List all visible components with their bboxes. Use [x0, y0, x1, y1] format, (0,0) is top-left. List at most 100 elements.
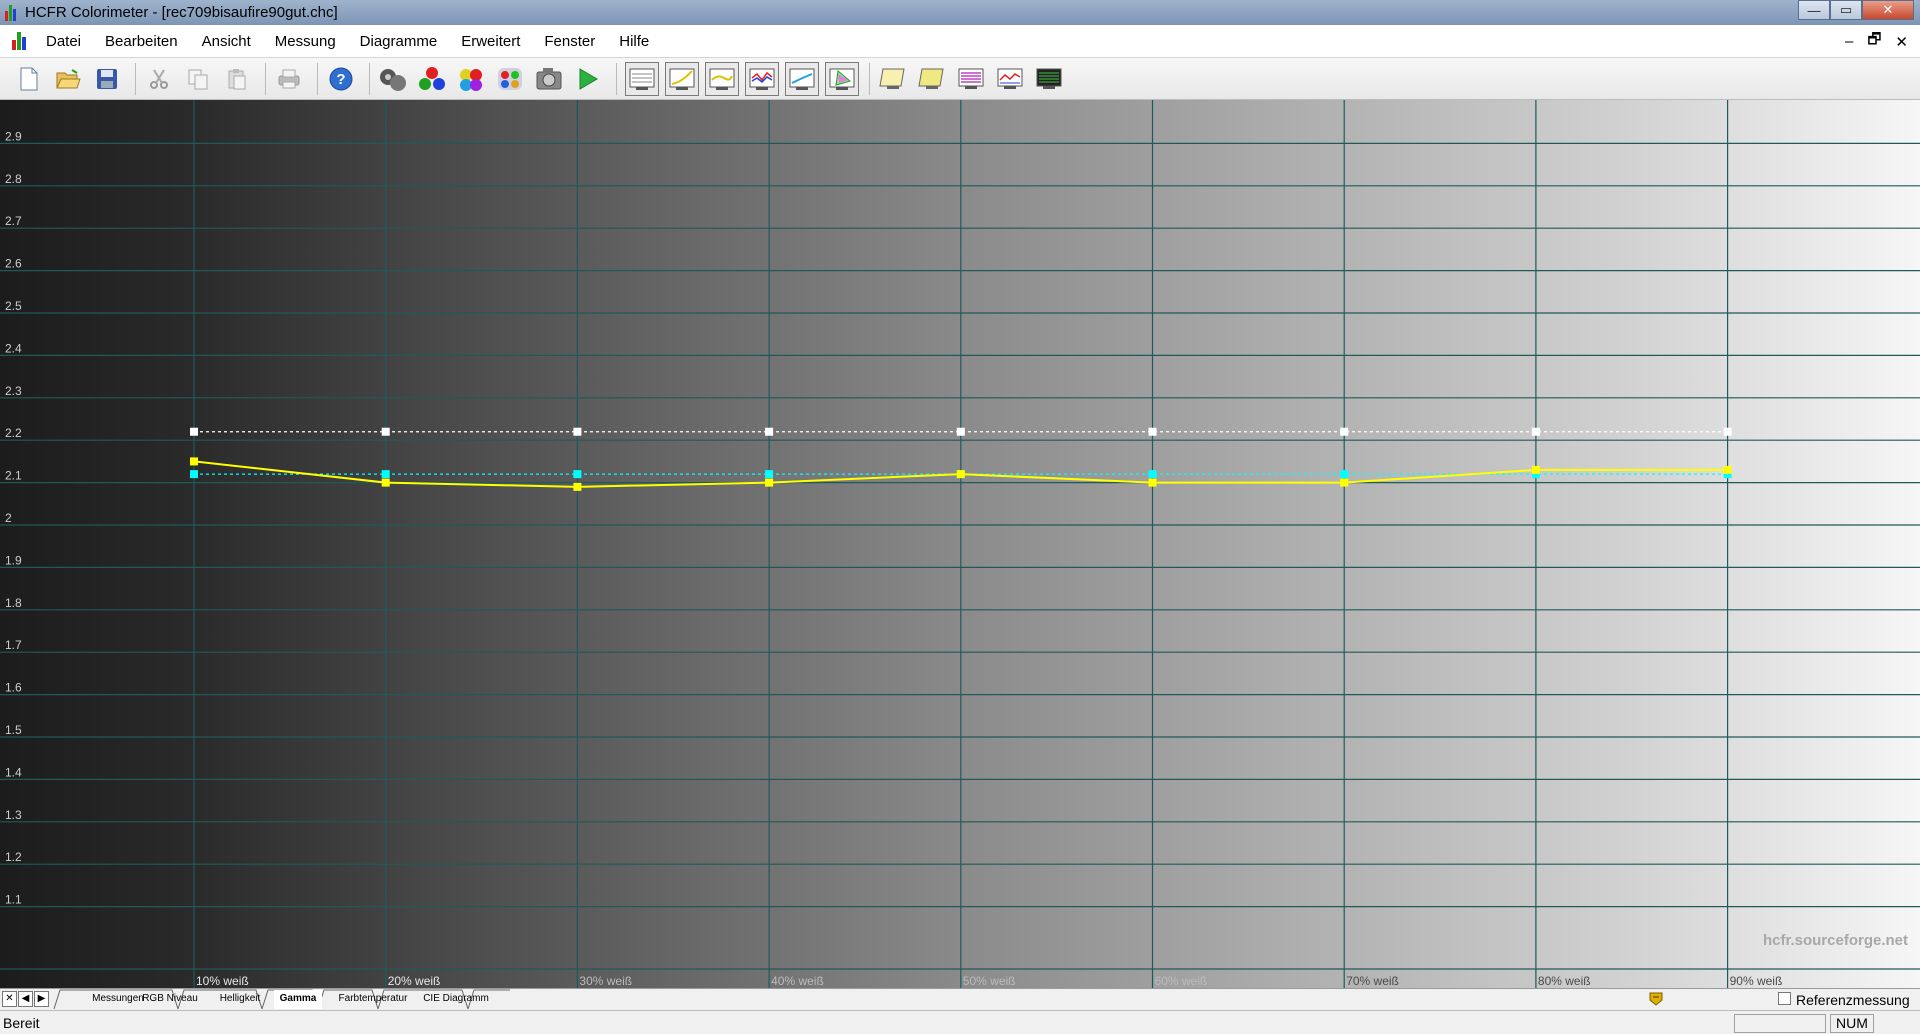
tab-cie-diagramm[interactable]: CIE Diagramm	[418, 990, 494, 1009]
tab-rgb-niveau[interactable]: RGB Niveau	[134, 990, 206, 1009]
x-tick-label: 60% weiß	[1155, 974, 1208, 988]
data-point-target	[765, 427, 774, 436]
status-bar: Bereit NUM	[0, 1010, 1920, 1034]
document-icon[interactable]	[12, 32, 30, 50]
x-tick-label: 30% weiß	[579, 974, 632, 988]
x-tick-label: 50% weiß	[963, 974, 1016, 988]
graph-window-3-icon[interactable]	[705, 61, 739, 96]
gamma-chart-canvas: 2.9 2.8 2.7 2.6 2.5 2.4 2.3 2.2 2.1 2 1.9 1.8 1.7 1.6…	[0, 100, 1920, 988]
rgb-dots-icon[interactable]	[417, 64, 447, 94]
tab-close-button[interactable]: ✕	[2, 991, 17, 1007]
y-tick-label: 1.2	[5, 850, 22, 864]
camera-icon[interactable]	[534, 64, 564, 94]
referenzmessung-label: Referenzmessung	[1796, 992, 1910, 1008]
gamma-chart[interactable]: 2.9 2.8 2.7 2.6 2.5 2.4 2.3 2.2 2.1 2 1.9 1.8 1.7 1.6…	[0, 100, 1920, 988]
tab-gamma[interactable]: Gamma	[274, 990, 322, 1009]
color-palette-icon[interactable]	[495, 64, 525, 94]
window-close-button[interactable]: ✕	[1862, 0, 1914, 20]
tab-prev-button[interactable]: ◀	[18, 991, 33, 1007]
toolbar-separator	[265, 62, 266, 95]
window-minimize-button[interactable]: —	[1798, 0, 1830, 20]
data-point-reference	[1340, 470, 1349, 479]
sheet-tab-bar: ✕ ◀ ▶ Messungen RGB Niveau Helligkeit Ga…	[0, 988, 1920, 1010]
data-point-target	[381, 427, 390, 436]
data-point-reference	[765, 470, 774, 479]
cut-icon[interactable]	[144, 64, 174, 94]
toolbar-separator	[616, 62, 617, 95]
data-point-measured	[765, 478, 774, 487]
x-tick-label: 20% weiß	[388, 974, 441, 988]
x-tick-label: 70% weiß	[1346, 974, 1399, 988]
save-icon[interactable]	[92, 64, 122, 94]
toolbar-separator	[135, 62, 136, 95]
monitor-3-icon[interactable]	[956, 64, 986, 94]
play-icon[interactable]	[573, 64, 603, 94]
cie-window-icon[interactable]	[825, 61, 859, 96]
data-point-measured	[1723, 465, 1732, 474]
data-point-measured	[1148, 478, 1157, 487]
y-tick-label: 2.3	[5, 384, 22, 398]
menu-bearbeiten[interactable]: Bearbeiten	[93, 25, 190, 58]
menu-ansicht[interactable]: Ansicht	[190, 25, 263, 58]
window-maximize-button[interactable]: ▭	[1830, 0, 1862, 20]
shield-icon	[1649, 992, 1663, 1006]
graph-window-1-icon[interactable]	[625, 61, 659, 96]
data-point-measured	[1340, 478, 1349, 487]
status-num-indicator: NUM	[1830, 1014, 1874, 1033]
data-point-reference	[573, 470, 582, 479]
menu-fenster[interactable]: Fenster	[532, 25, 607, 58]
status-pane-empty	[1734, 1014, 1826, 1033]
mdi-minimize-button[interactable]: –	[1845, 33, 1853, 50]
title-bar[interactable]: HCFR Colorimeter - [rec709bisaufire90gut…	[0, 0, 1920, 25]
mdi-restore-button[interactable]: 🗗	[1867, 29, 1881, 54]
y-tick-label: 2.9	[5, 129, 22, 143]
y-tick-label: 2.6	[5, 257, 22, 271]
referenzmessung-checkbox[interactable]	[1778, 992, 1791, 1005]
monitor-1-icon[interactable]	[878, 64, 908, 94]
x-tick-label: 90% weiß	[1730, 974, 1783, 988]
graph-window-4-icon[interactable]	[745, 61, 779, 96]
y-tick-label: 2	[5, 511, 12, 525]
mdi-close-button[interactable]: ✕	[1895, 33, 1908, 51]
toolbar: ?	[0, 58, 1920, 100]
toolbar-separator	[369, 62, 370, 95]
y-tick-label: 1.4	[5, 765, 22, 779]
open-folder-icon[interactable]	[53, 64, 83, 94]
app-window: HCFR Colorimeter - [rec709bisaufire90gut…	[0, 0, 1920, 1034]
print-icon[interactable]	[274, 64, 304, 94]
data-point-measured	[956, 470, 965, 479]
data-point-target	[190, 427, 198, 436]
data-point-target	[1531, 427, 1540, 436]
data-point-target	[956, 427, 965, 436]
graph-window-5-icon[interactable]	[785, 61, 819, 96]
data-point-measured	[573, 482, 582, 491]
color-balls-icon[interactable]	[456, 64, 486, 94]
graph-window-2-icon[interactable]	[665, 61, 699, 96]
y-tick-label: 1.8	[5, 596, 22, 610]
toolbar-separator	[317, 62, 318, 95]
menu-bar: Datei Bearbeiten Ansicht Messung Diagram…	[0, 25, 1920, 58]
menu-datei[interactable]: Datei	[34, 25, 93, 58]
menu-messung[interactable]: Messung	[263, 25, 348, 58]
data-point-reference	[190, 470, 198, 479]
tab-farbtemperatur[interactable]: Farbtemperatur	[334, 990, 412, 1009]
help-icon[interactable]: ?	[326, 64, 356, 94]
y-tick-label: 2.7	[5, 214, 22, 228]
y-tick-label: 1.9	[5, 553, 22, 567]
monitor-4-icon[interactable]	[995, 64, 1025, 94]
data-point-reference	[1148, 470, 1157, 479]
menu-diagramme[interactable]: Diagramme	[348, 25, 450, 58]
y-tick-label: 2.1	[5, 469, 22, 483]
toolbar-separator	[869, 62, 870, 95]
menu-erweitert[interactable]: Erweitert	[449, 25, 532, 58]
tab-next-button[interactable]: ▶	[34, 991, 49, 1007]
copy-icon[interactable]	[183, 64, 213, 94]
monitor-5-icon[interactable]	[1034, 64, 1064, 94]
data-point-measured	[190, 457, 198, 466]
monitor-2-icon[interactable]	[917, 64, 947, 94]
sensor-icon[interactable]	[378, 64, 408, 94]
menu-hilfe[interactable]: Hilfe	[607, 25, 661, 58]
paste-icon[interactable]	[222, 64, 252, 94]
new-file-icon[interactable]	[14, 64, 44, 94]
tab-helligkeit[interactable]: Helligkeit	[218, 990, 262, 1009]
